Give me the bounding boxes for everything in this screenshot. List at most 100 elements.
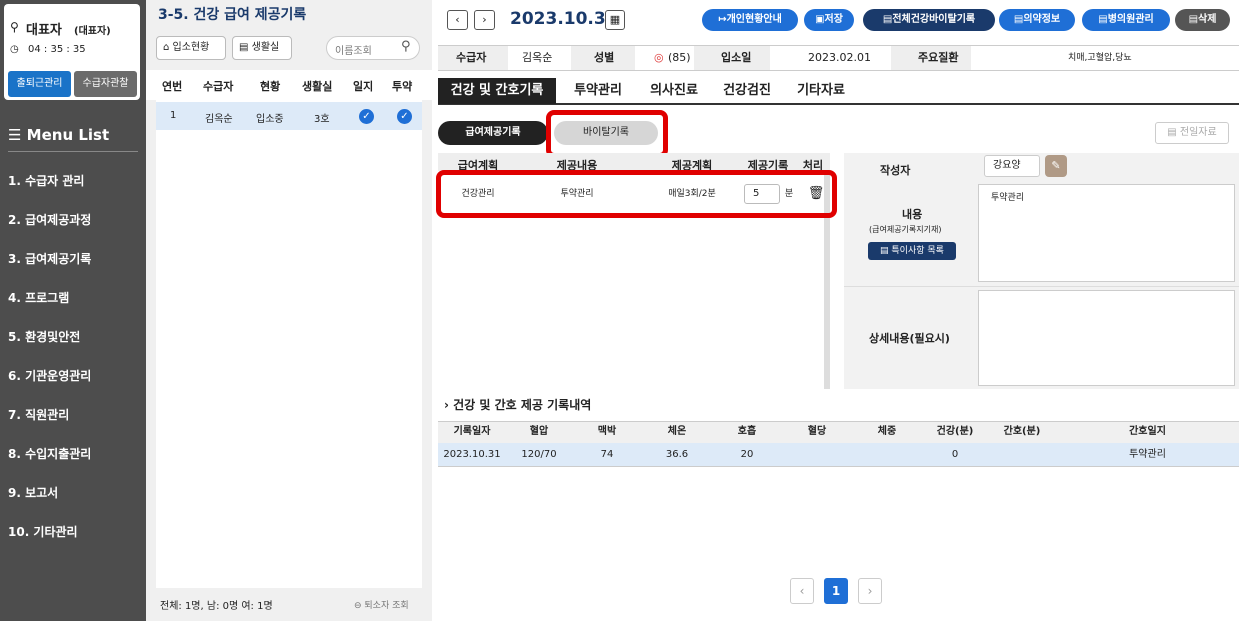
- chevron-right-icon: ›: [444, 398, 454, 412]
- history-title-label: 건강 및 간호 제공 기록내역: [453, 398, 592, 412]
- cell-pulse: 74: [600, 449, 614, 460]
- table-row[interactable]: [156, 102, 422, 130]
- content-textarea[interactable]: 투약관리: [978, 184, 1235, 282]
- personal-status-label: 개인현황안내: [726, 14, 782, 25]
- label-recipient: 수급자: [456, 51, 487, 64]
- prev-page-button[interactable]: ‹: [790, 578, 814, 604]
- history-title: › 건강 및 간호 제공 기록내역: [444, 396, 591, 413]
- personal-status-button[interactable]: ↦개인현황안내: [702, 9, 798, 31]
- chevron-right-icon: ›: [482, 13, 487, 26]
- calendar-button[interactable]: ▦: [605, 10, 625, 30]
- subtab-provision-record[interactable]: 급여제공기록: [438, 121, 548, 145]
- menu-item-etc[interactable]: 10. 기타관리: [8, 522, 138, 542]
- minus-circle-icon: ⊖: [354, 601, 365, 611]
- col-record: 제공기록: [747, 159, 789, 171]
- col-weight: 체중: [877, 426, 897, 437]
- delete-button[interactable]: ▤삭제: [1175, 9, 1230, 31]
- menu-item-recipient[interactable]: 1. 수급자 관리: [8, 171, 138, 191]
- edit-user-icon[interactable]: ✎: [1045, 155, 1067, 177]
- hospital-label: 병의원관리: [1107, 14, 1154, 25]
- col-schedule: 제공계획: [671, 159, 713, 171]
- bed-icon: ▤: [239, 42, 252, 53]
- recipient-list-panel: 3-5. 건강 급여 제공기록 ⌂ 입소현황 ▤ 생활실 이름조회 ⚲ 연번 수…: [146, 0, 432, 621]
- content-label: 내용: [902, 208, 923, 221]
- tab-medication[interactable]: 투약관리: [558, 78, 638, 104]
- chevron-left-icon: ‹: [455, 13, 460, 26]
- hospital-button[interactable]: ▤병의원관리: [1082, 9, 1170, 31]
- list-summary: 전체: 1명, 남: 0명 여: 1명: [160, 601, 273, 612]
- row-no: 1: [170, 110, 177, 121]
- next-page-button[interactable]: ›: [858, 578, 882, 604]
- drug-info-button[interactable]: ▤의약정보: [999, 9, 1075, 31]
- save-button[interactable]: ▣저장: [804, 9, 854, 31]
- detail-textarea[interactable]: [978, 290, 1235, 386]
- writer-field[interactable]: 강요양: [984, 155, 1040, 177]
- page-title: 3-5. 건강 급여 제공기록: [158, 7, 307, 23]
- menu-item-report[interactable]: 9. 보고서: [8, 483, 138, 503]
- value-age: (85): [668, 51, 691, 64]
- main-content: ‹ › 2023.10.31 ▦ ↦개인현황안내 ▣저장 ▤전체건강바이탈기록 …: [432, 0, 1239, 621]
- admission-status-label: 입소현황: [172, 42, 210, 53]
- list-body: [156, 100, 422, 588]
- menu-item-benefit-process[interactable]: 2. 급여제공과정: [8, 210, 138, 230]
- tab-etc[interactable]: 기타자료: [786, 78, 856, 104]
- person-icon: ⚲: [10, 20, 19, 34]
- prev-data-button[interactable]: ▤ 전일자료: [1155, 122, 1229, 144]
- notes-list-label: 특이사항 목록: [891, 246, 944, 256]
- room-button[interactable]: ▤ 생활실: [232, 36, 292, 60]
- menu-item-staff[interactable]: 7. 직원관리: [8, 405, 138, 425]
- next-date-button[interactable]: ›: [474, 10, 495, 30]
- cell-bp: 120/70: [521, 449, 557, 460]
- discharged-search[interactable]: ⊖ 퇴소자 조회: [354, 598, 409, 611]
- menu-item-safety[interactable]: 5. 환경및안전: [8, 327, 138, 347]
- col-date: 기록일자: [453, 426, 491, 437]
- all-vital-record-button[interactable]: ▤전체건강바이탈기록: [863, 9, 995, 31]
- search-input[interactable]: 이름조회: [335, 42, 372, 57]
- arrow-right-icon: ↦: [718, 14, 727, 25]
- search-icon[interactable]: ⚲: [401, 39, 411, 54]
- drug-info-label: 의약정보: [1023, 14, 1061, 25]
- row-room: 3호: [314, 114, 330, 125]
- cell-resp: 20: [740, 449, 754, 460]
- notes-list-button[interactable]: ▤ 특이사항 목록: [868, 242, 956, 260]
- divider: [844, 286, 1239, 287]
- current-date: 2023.10.31: [510, 9, 618, 29]
- clipboard-icon: ▤: [882, 14, 893, 25]
- room-label: 생활실: [251, 42, 280, 53]
- highlight-box: [436, 170, 837, 218]
- medication-check-icon: ✓: [397, 109, 412, 124]
- book-icon: ▤: [1013, 14, 1024, 25]
- menu-item-operation[interactable]: 6. 기관운영관리: [8, 366, 138, 386]
- menu-item-program[interactable]: 4. 프로그램: [8, 288, 138, 308]
- cell-glucose: [782, 445, 852, 465]
- save-icon: ▣: [815, 14, 825, 25]
- discharged-label: 퇴소자 조회: [364, 601, 409, 611]
- trash-icon: ▤: [1188, 14, 1199, 25]
- col-no: 연번: [162, 80, 183, 93]
- tab-health-nursing[interactable]: 건강 및 간호기록: [438, 78, 556, 104]
- content-sublabel: (급여제공기록지기재): [869, 225, 942, 234]
- divider: [8, 151, 138, 152]
- writer-label: 작성자: [880, 164, 911, 177]
- menu-title-label: Menu List: [26, 126, 110, 144]
- col-medication: 투약: [392, 80, 413, 93]
- prev-date-button[interactable]: ‹: [447, 10, 468, 30]
- tab-checkup[interactable]: 건강검진: [712, 78, 782, 104]
- female-icon: ◎: [654, 51, 664, 64]
- menu-item-benefit-record[interactable]: 3. 급여제공기록: [8, 249, 138, 269]
- cell-nursing-log: 투약관리: [1129, 449, 1166, 460]
- hospital-icon: ▤: [1098, 14, 1108, 25]
- col-name: 수급자: [203, 80, 234, 93]
- col-pulse: 맥박: [597, 426, 617, 437]
- attendance-button[interactable]: 출퇴근관리: [8, 71, 71, 97]
- col-resp: 호흡: [737, 426, 757, 437]
- menu-item-finance[interactable]: 8. 수입지출관리: [8, 444, 138, 464]
- admission-status-button[interactable]: ⌂ 입소현황: [156, 36, 226, 60]
- observe-button[interactable]: 수급자관찰: [74, 71, 137, 97]
- user-card: ⚲ 대표자 (대표자) ◷ 04 : 35 : 35 출퇴근관리 수급자관찰: [4, 4, 140, 100]
- row-status: 입소중: [256, 114, 284, 125]
- cell-weight: [852, 445, 922, 465]
- page-1-button[interactable]: 1: [824, 578, 848, 604]
- search-box[interactable]: 이름조회 ⚲: [326, 36, 420, 60]
- tab-doctor[interactable]: 의사진료: [638, 78, 710, 104]
